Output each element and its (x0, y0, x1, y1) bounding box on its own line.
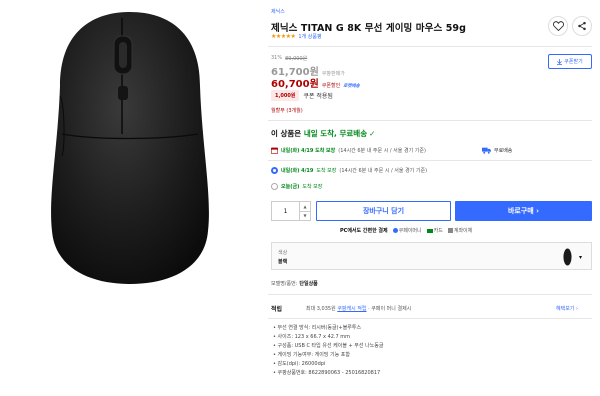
rating-stars: ★★★★★ (271, 33, 296, 40)
payment-item-3-label: 계좌이체 (453, 228, 473, 234)
coupon-download-button[interactable]: 쿠폰받기 (548, 54, 592, 69)
coupon-applied-text: 쿠폰 적용됨 (303, 93, 333, 100)
delivery-heading-prefix: 이 상품은 (271, 129, 304, 138)
spec-item-6: 쿠팡상품번호: 8622890063 - 25016820817 (277, 370, 381, 376)
coupay-icon (392, 228, 398, 233)
model-label: 모델명/품번: (271, 281, 298, 287)
cash-text: 최대 3,035원 쿠팡캐시 적립 · 쿠페이 머니 결제시 (306, 305, 411, 312)
payment-item-2: 카드 (426, 227, 443, 234)
spec-item: • 구성품: USB C 타입 유선 케이블 + 무선 나노동글 (273, 343, 384, 349)
payment-item-1: 쿠페이머니 (392, 227, 422, 234)
mouse-thumb-icon (562, 248, 572, 266)
delivery-row1-date: 내일(화) 4/19 도착 보장 (281, 148, 336, 154)
delivery-heading: 이 상품은 내일 도착, 무료배송 ✓ (271, 128, 375, 139)
opt1-guarantee: 도착 보장 (316, 168, 337, 174)
coupon-price-label: 쿠폰할인 (321, 83, 341, 89)
payment-row: PC에서도 간편한 결제 쿠페이머니 카드 계좌이체 (340, 227, 472, 234)
add-to-cart-button[interactable]: 장바구니 담기 (316, 201, 451, 221)
delivery-row1-note: (14시간 6분 내 주문 시 / 서울 경기 기준) (338, 148, 426, 154)
quantity-value[interactable]: 1 (272, 202, 300, 220)
rocket-badge: 로켓배송 (343, 84, 360, 89)
coupon-amount-badge: 1,000원 (271, 90, 300, 101)
wishlist-button[interactable] (548, 16, 568, 36)
opt2-date: 오늘(금) (281, 184, 300, 190)
free-shipping-label: 무료배송 (494, 148, 513, 154)
spec-item: • 쿠팡상품번호: 8622890063 - 25016820817 (273, 370, 381, 376)
option-select[interactable]: 색상 블랙 ▾ (271, 242, 592, 270)
spec-item-3: 구성품: USB C 타입 유선 케이블 + 무선 나노동글 (277, 343, 384, 349)
installment-info[interactable]: 월할부 (3개월) (271, 107, 303, 114)
rating-row[interactable]: ★★★★★ 1개 상품평 (271, 33, 322, 40)
discount-rate: 31% (271, 55, 283, 61)
spec-item-1: 무선 연결 방식: 리시버(동글)+블루투스 (277, 325, 362, 331)
spec-item: • 감도(dpi): 26000dpi (273, 361, 326, 367)
truck-icon (482, 147, 491, 154)
spec-item-2: 사이즈: 123 x 66.7 x 42.7 mm (277, 334, 351, 340)
spec-list: • 무선 연결 방식: 리시버(동글)+블루투스 • 사이즈: 123 x 66… (273, 324, 384, 378)
spec-item-4: 게이밍 기능여부: 게이밍 기능 포함 (277, 352, 350, 358)
option-thumbnail (559, 246, 575, 268)
buy-now-button[interactable]: 바로구매 › (455, 201, 592, 221)
review-count[interactable]: 1개 상품평 (298, 33, 321, 40)
option-value: 블랙 (278, 259, 288, 265)
opt1-date: 내일(화) 4/19 (281, 168, 314, 174)
delivery-option-1[interactable]: 내일(화) 4/19 도착 보장 (14시간 6분 내 주문 시 / 서울 경기… (271, 167, 427, 174)
brand-link[interactable]: 제닉스 (271, 8, 285, 15)
cash-text-prefix: 최대 3,035원 (306, 306, 336, 312)
quantity-down[interactable]: ▼ (300, 212, 310, 221)
benefit-link[interactable]: 혜택보기 › (556, 305, 578, 312)
coupon-price-row: 60,700원 쿠폰할인 로켓배송 (271, 75, 360, 90)
calendar-icon (271, 147, 278, 154)
share-button[interactable] (572, 16, 592, 36)
share-icon (578, 21, 586, 31)
coupon-applied-row: 1,000원 쿠폰 적용됨 (271, 90, 333, 101)
payment-item-1-label: 쿠페이머니 (398, 228, 422, 234)
bank-icon (447, 228, 453, 233)
opt2-guarantee: 도착 보장 (302, 184, 323, 190)
model-value: 단일상품 (299, 281, 318, 287)
radio-selected[interactable] (271, 167, 278, 174)
download-icon (557, 58, 563, 65)
quantity-arrows[interactable]: ▲ ▼ (300, 202, 310, 220)
chevron-down-icon: ▾ (579, 254, 583, 261)
quantity-stepper[interactable]: 1 ▲ ▼ (271, 201, 311, 221)
card-icon (426, 228, 433, 233)
free-shipping: 무료배송 (482, 147, 512, 154)
delivery-heading-emph: 내일 도착, 무료배송 (303, 129, 368, 138)
payment-item-3: 계좌이체 (447, 227, 473, 234)
radio-unselected[interactable] (271, 183, 278, 190)
discount-row: 31% 89,000원 (271, 55, 307, 62)
spec-item-5: 감도(dpi): 26000dpi (277, 361, 326, 367)
product-title: 제닉스 TITAN G 8K 무선 게이밍 마우스 59g (271, 23, 467, 34)
spec-item: • 게이밍 기능여부: 게이밍 기능 포함 (273, 352, 350, 358)
product-image (40, 6, 220, 288)
coupon-price: 60,700원 (271, 79, 319, 90)
quantity-up[interactable]: ▲ (300, 202, 310, 212)
delivery-check-icon: ✓ (369, 129, 376, 138)
original-price: 89,000원 (285, 56, 308, 62)
spec-item: • 무선 연결 방식: 리시버(동글)+블루투스 (273, 325, 362, 331)
option-label: 색상 (278, 250, 288, 256)
delivery-option-2[interactable]: 오늘(금) 도착 보장 (271, 183, 322, 190)
opt1-note: (14시간 6분 내 주문 시 / 서울 경기 기준) (339, 168, 428, 174)
payment-item-2-label: 카드 (433, 228, 443, 234)
spec-item: • 사이즈: 123 x 66.7 x 42.7 mm (273, 334, 351, 340)
delivery-row-1: 내일(화) 4/19 도착 보장 (14시간 6분 내 주문 시 / 서울 경기… (271, 147, 426, 154)
cash-text-suffix: · 쿠페이 머니 결제시 (366, 306, 412, 312)
model-row: 모델명/품번: 단일상품 (271, 280, 318, 287)
heart-icon (552, 21, 564, 31)
cash-label: 적립 (271, 306, 283, 313)
coupon-download-label: 쿠폰받기 (564, 59, 583, 65)
cash-text-link[interactable]: 쿠팡캐시 적립 (337, 306, 366, 312)
payment-label: PC에서도 간편한 결제 (340, 228, 388, 234)
